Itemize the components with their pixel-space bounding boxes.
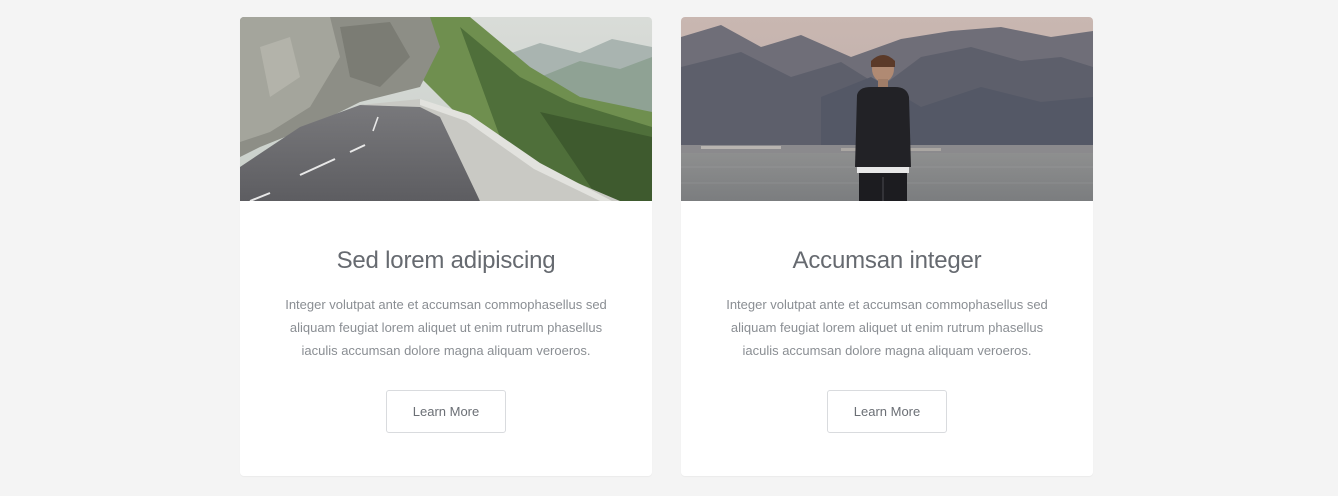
feature-card: Accumsan integer Integer volutpat ante e… (681, 17, 1093, 476)
feature-card: Sed lorem adipiscing Integer volutpat an… (240, 17, 652, 476)
learn-more-button[interactable]: Learn More (386, 390, 506, 433)
card-description: Integer volutpat ante et accumsan commop… (726, 297, 1048, 358)
learn-more-button[interactable]: Learn More (827, 390, 947, 433)
card-title: Sed lorem adipiscing (336, 247, 556, 274)
mountain-road-image (240, 17, 652, 201)
page: Sed lorem adipiscing Integer volutpat an… (0, 0, 1338, 496)
man-at-lake-image (681, 17, 1093, 201)
card-description: Integer volutpat ante et accumsan commop… (285, 297, 607, 358)
card-title: Accumsan integer (792, 247, 982, 274)
